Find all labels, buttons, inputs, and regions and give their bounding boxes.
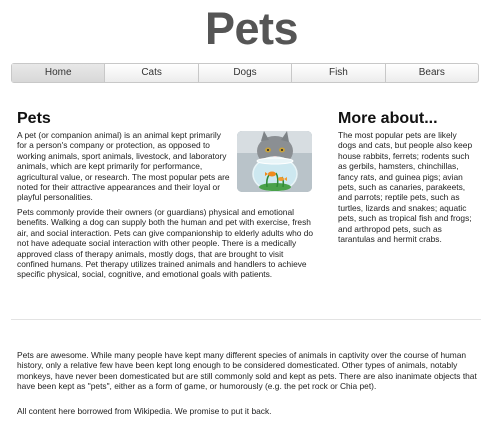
- main-heading: Pets: [17, 110, 51, 127]
- site-title: Pets: [204, 3, 299, 54]
- section-divider: [11, 319, 481, 320]
- nav-tab-fish[interactable]: Fish: [292, 64, 386, 82]
- main-nav: Home Cats Dogs Fish Bears: [11, 63, 479, 83]
- nav-tab-bears[interactable]: Bears: [386, 64, 478, 82]
- nav-tab-dogs[interactable]: Dogs: [199, 64, 293, 82]
- intro-paragraph-2: Pets commonly provide their owners (or g…: [17, 207, 314, 280]
- footer-paragraph-2: All content here borrowed from Wikipedia…: [17, 406, 272, 416]
- cat-and-fishbowl-photo: [237, 131, 312, 192]
- footer-paragraph-1: Pets are awesome. While many people have…: [17, 350, 477, 392]
- cat-and-fishbowl-photo-art: [237, 131, 312, 192]
- nav-tab-home[interactable]: Home: [12, 64, 106, 82]
- sidebar-heading: More about...: [338, 110, 438, 127]
- sidebar-text: The most popular pets are likely dogs an…: [338, 130, 473, 245]
- nav-tab-cats[interactable]: Cats: [105, 64, 199, 82]
- intro-paragraph-1: A pet (or companion animal) is an animal…: [17, 130, 230, 203]
